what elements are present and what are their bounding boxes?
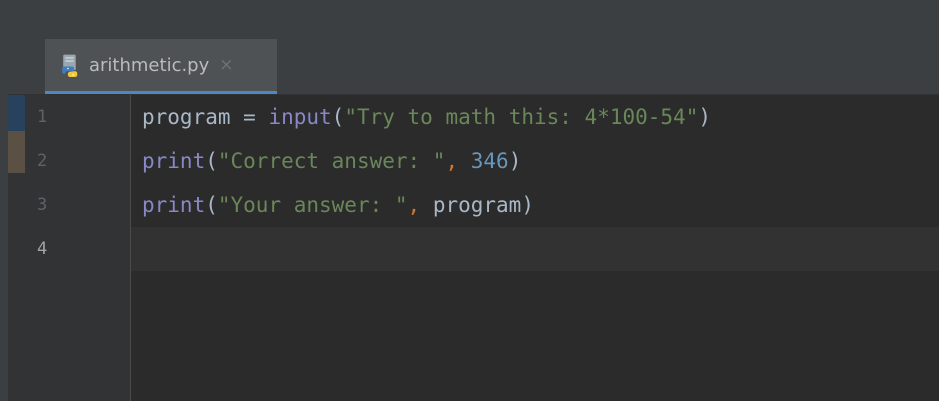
code-token-ident: ) [521,193,534,217]
gutter-line[interactable]: 3 [8,183,130,227]
code-line[interactable]: print("Correct answer: ", 346) [131,139,939,183]
code-token-string: "Correct answer: " [217,149,446,173]
code-token-ident: = [230,105,269,129]
code-token-ident: program [432,193,522,217]
code-line[interactable]: print("Your answer: ", program) [131,183,939,227]
code-line[interactable] [131,227,939,271]
tab-active-indicator [45,91,277,94]
line-number-gutter: 1 2 3 4 [8,95,131,401]
code-editor[interactable]: program = input("Try to math this: 4*100… [131,95,939,401]
editor-tab-bar: arithmetic.py × [8,39,939,95]
code-token-builtin: print [142,193,206,217]
code-token-ident: ) [698,105,711,129]
line-number: 4 [37,239,48,259]
line-number: 2 [37,151,48,171]
left-tool-strip [0,39,8,401]
code-token-ident: ( [205,193,218,217]
ide-window: arithmetic.py × 1234 program = input("Tr… [0,0,939,401]
tab-arithmetic-py[interactable]: arithmetic.py × [45,39,277,91]
toolbar [0,0,939,40]
code-token-ident: ( [205,149,218,173]
code-token-number: 346 [470,149,509,173]
code-token-ident: ) [508,149,522,173]
tab-label: arithmetic.py [89,54,210,76]
line-number: 3 [37,195,48,215]
code-token-string: "Try to math this: 4*100-54" [344,105,699,129]
code-token-punct: , [407,193,433,217]
python-file-icon [62,54,78,77]
code-token-builtin: print [142,149,206,173]
code-token-ident: ( [331,105,345,129]
code-token-string: "Your answer: " [217,193,408,217]
gutter-line[interactable]: 4 [8,227,130,271]
code-token-ident: program [142,105,231,129]
code-line[interactable]: program = input("Try to math this: 4*100… [131,95,939,139]
gutter-line[interactable]: 1 [8,95,130,139]
close-icon[interactable]: × [219,55,233,75]
code-token-punct: , [445,149,471,173]
line-number: 1 [37,107,48,127]
code-token-builtin: input [268,105,332,129]
gutter-line[interactable]: 2 [8,139,130,183]
